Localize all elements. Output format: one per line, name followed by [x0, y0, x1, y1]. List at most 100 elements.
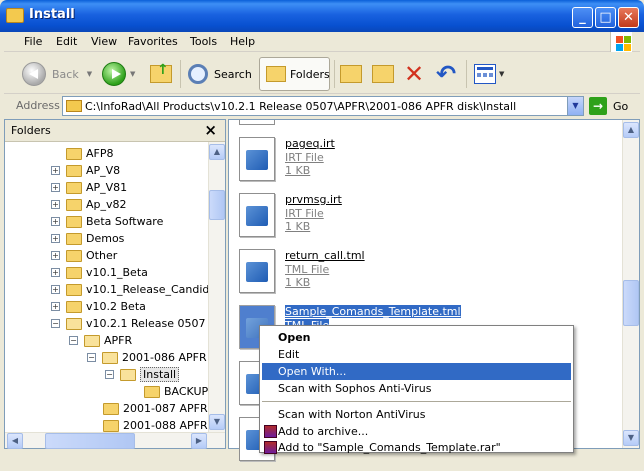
chevron-down-icon[interactable]: ▼: [130, 70, 135, 78]
tree-item-apfr[interactable]: − APFR: [69, 332, 132, 349]
expand-icon[interactable]: +: [51, 183, 60, 192]
folders-horizontal-scrollbar[interactable]: ◀ ▶: [5, 432, 225, 449]
go-label: Go: [613, 99, 629, 113]
files-vertical-scrollbar[interactable]: ▲ ▼: [622, 120, 639, 448]
folders-icon: [266, 66, 286, 82]
tree-item-backup[interactable]: BACKUP: [144, 383, 208, 400]
move-to-button[interactable]: [340, 58, 362, 90]
tree-item-label: Demos: [86, 232, 125, 245]
document-icon: [239, 193, 275, 237]
expand-icon[interactable]: +: [51, 166, 60, 175]
tree-item-v10-2-1-release[interactable]: − v10.2.1 Release 0507: [51, 315, 205, 332]
address-input[interactable]: C:\InfoRad\All Products\v10.2.1 Release …: [62, 96, 584, 116]
windows-logo-icon: [610, 32, 632, 52]
tree-item-other[interactable]: + Other: [51, 247, 117, 264]
open-folder-icon: [120, 368, 136, 381]
folder-icon: [144, 385, 160, 398]
tree-item-ap-v81[interactable]: + AP_V81: [51, 179, 127, 196]
tree-item-2001-088[interactable]: 2001-088 APFR 1: [103, 417, 208, 432]
scroll-down-icon[interactable]: ▼: [209, 414, 225, 430]
window-title: Install: [29, 7, 75, 22]
tree-item-afp8[interactable]: AFP8: [51, 145, 113, 162]
expand-icon[interactable]: +: [51, 268, 60, 277]
tree-item-2001-086[interactable]: − 2001-086 APFR c: [87, 349, 208, 366]
tree-item-ap-v82[interactable]: + Ap_v82: [51, 196, 127, 213]
tree-item-v10-2-beta[interactable]: + v10.2 Beta: [51, 298, 146, 315]
expand-icon[interactable]: +: [51, 251, 60, 260]
expand-icon[interactable]: +: [51, 200, 60, 209]
collapse-icon[interactable]: −: [51, 319, 60, 328]
chevron-down-icon: ▼: [499, 70, 505, 78]
tree-item-demos[interactable]: + Demos: [51, 230, 124, 247]
tree-item-ap-v8[interactable]: + AP_V8: [51, 162, 120, 179]
open-folder-icon: [84, 334, 100, 347]
folders-pane-title: Folders: [11, 124, 51, 137]
forward-button[interactable]: ▼: [102, 58, 135, 90]
expand-icon[interactable]: +: [51, 302, 60, 311]
scroll-up-icon[interactable]: ▲: [209, 144, 225, 160]
file-item[interactable]: prvmsg.irt IRT File 1 KB: [239, 193, 539, 247]
scroll-down-icon[interactable]: ▼: [623, 430, 639, 446]
tree-item-label: 2001-088 APFR 1: [123, 419, 208, 432]
chevron-down-icon[interactable]: ▼: [87, 70, 92, 78]
menu-help[interactable]: Help: [230, 35, 255, 48]
collapse-icon[interactable]: −: [105, 370, 114, 379]
menu-edit[interactable]: Edit: [56, 35, 77, 48]
context-edit[interactable]: Edit: [262, 346, 571, 363]
title-bar[interactable]: Install _ □ ✕: [0, 0, 644, 32]
context-open-with[interactable]: Open With...: [262, 363, 571, 380]
tree-item-v10-1-release-candidate[interactable]: + v10.1_Release_Candidat: [51, 281, 208, 298]
context-scan-norton[interactable]: Scan with Norton AntiVirus: [262, 406, 571, 423]
expand-icon[interactable]: +: [51, 234, 60, 243]
maximize-button[interactable]: □: [595, 7, 616, 28]
folders-button[interactable]: Folders: [259, 57, 330, 91]
context-open[interactable]: Open: [262, 329, 571, 346]
collapse-icon[interactable]: −: [69, 336, 78, 345]
scroll-thumb[interactable]: [45, 433, 135, 449]
context-add-rar[interactable]: Add to "Sample_Comands_Template.rar": [262, 439, 571, 456]
minimize-button[interactable]: _: [572, 7, 593, 28]
tree-item-label: APFR: [104, 334, 133, 347]
file-item[interactable]: return_call.tml TML File 1 KB: [239, 249, 539, 303]
undo-button[interactable]: ↶: [436, 58, 456, 90]
expand-icon[interactable]: +: [51, 217, 60, 226]
go-button[interactable]: → Go: [589, 96, 637, 116]
scroll-thumb[interactable]: [623, 280, 639, 326]
tree-item-beta-software[interactable]: + Beta Software: [51, 213, 163, 230]
tree-item-v10-1-beta[interactable]: + v10.1_Beta: [51, 264, 148, 281]
delete-button[interactable]: ✕: [404, 58, 424, 90]
copy-to-button[interactable]: [372, 58, 394, 90]
tree-item-install[interactable]: − Install: [105, 366, 180, 383]
scroll-thumb[interactable]: [209, 190, 225, 220]
scroll-right-icon[interactable]: ▶: [191, 433, 207, 449]
up-folder-icon: ↑: [150, 62, 172, 83]
expand-icon[interactable]: +: [51, 285, 60, 294]
folders-vertical-scrollbar[interactable]: ▲ ▼: [208, 142, 225, 432]
close-button[interactable]: ✕: [618, 7, 639, 28]
tree-item-label: v10.1_Beta: [86, 266, 148, 279]
scroll-left-icon[interactable]: ◀: [7, 433, 23, 449]
folder-icon: [66, 300, 82, 313]
tree-item-label: AFP8: [86, 147, 114, 160]
collapse-icon[interactable]: −: [87, 353, 96, 362]
context-scan-sophos[interactable]: Scan with Sophos Anti-Virus: [262, 380, 571, 397]
folder-icon: [66, 249, 82, 262]
menu-file[interactable]: File: [24, 35, 42, 48]
toolbar-separator: [334, 60, 335, 88]
tree-item-label: 2001-087 APFR v: [123, 402, 208, 415]
address-dropdown-button[interactable]: ▼: [567, 97, 583, 115]
up-folder-button[interactable]: ↑: [150, 58, 172, 90]
toolbar: Back ▼ ▼ ↑ Search Folders ✕ ↶ ▼: [4, 54, 640, 94]
close-icon[interactable]: ×: [204, 121, 217, 139]
menu-tools[interactable]: Tools: [190, 35, 217, 48]
menu-view[interactable]: View: [91, 35, 117, 48]
back-button[interactable]: Back ▼: [22, 58, 92, 90]
views-button[interactable]: ▼: [474, 58, 504, 90]
search-button[interactable]: Search: [188, 58, 252, 90]
context-add-archive[interactable]: Add to archive...: [262, 423, 571, 440]
menu-favorites[interactable]: Favorites: [128, 35, 178, 48]
address-label: Address: [16, 99, 60, 112]
file-item[interactable]: pageq.irt IRT File 1 KB: [239, 137, 539, 191]
tree-item-2001-087[interactable]: 2001-087 APFR v: [103, 400, 208, 417]
scroll-up-icon[interactable]: ▲: [623, 122, 639, 138]
